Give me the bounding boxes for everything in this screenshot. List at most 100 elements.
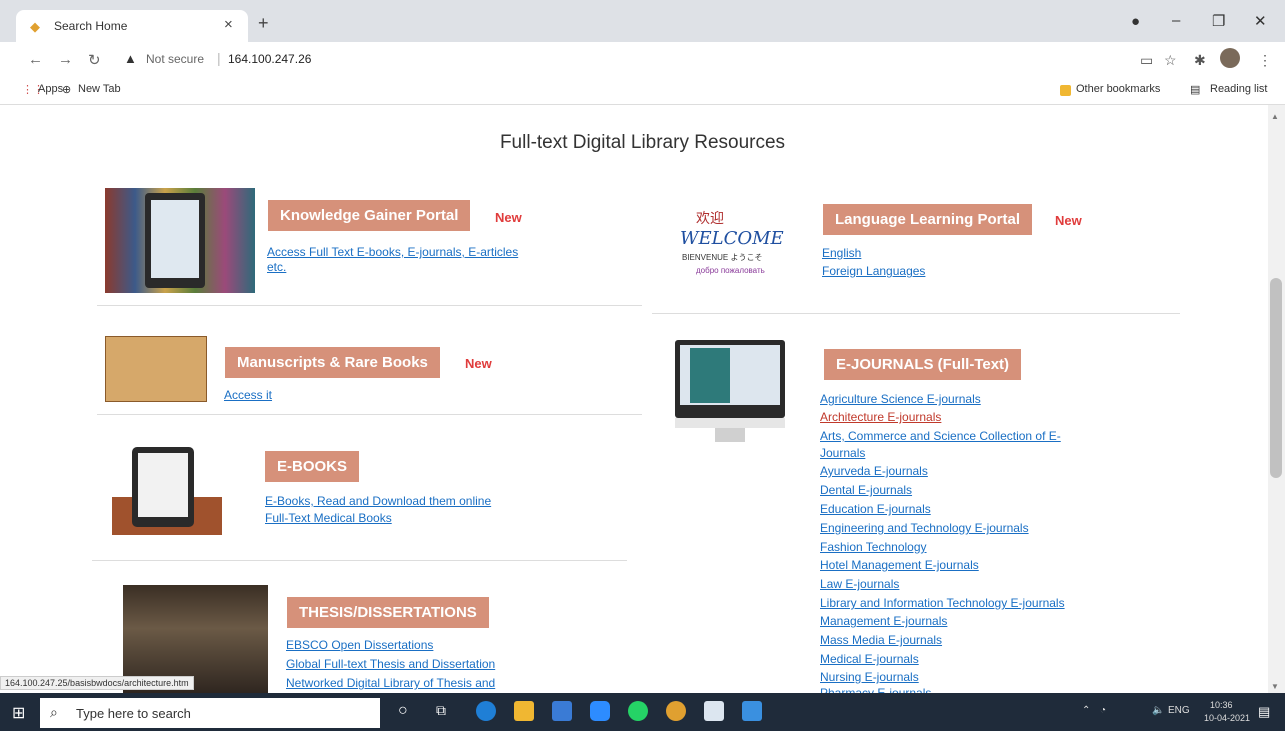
browser-tab[interactable]: ◆ Search Home × [16, 10, 248, 42]
window-close-icon[interactable]: ✕ [1254, 12, 1267, 30]
ebooks-badge[interactable]: E-BOOKS [265, 451, 360, 482]
monitor-image [675, 340, 785, 445]
divider [92, 560, 627, 561]
journal-link[interactable]: Education E-journals [820, 502, 931, 516]
whatsapp-icon[interactable] [628, 701, 648, 721]
forward-icon[interactable]: → [58, 51, 73, 68]
thesis-badge[interactable]: THESIS/DISSERTATIONS [287, 597, 489, 628]
knowledge-gainer-badge[interactable]: Knowledge Gainer Portal [268, 200, 471, 231]
new-tab-button[interactable]: + [258, 13, 269, 34]
status-url: 164.100.247.25/basisbwdocs/architecture.… [0, 676, 194, 690]
books-image [105, 188, 255, 293]
clock-time[interactable]: 10:36 [1210, 700, 1233, 710]
zoom-icon[interactable] [590, 701, 610, 721]
journal-link[interactable]: Mass Media E-journals [820, 633, 942, 647]
cortana-icon[interactable]: ○ [398, 702, 408, 720]
journal-link[interactable]: Fashion Technology [820, 540, 927, 554]
reading-list-icon: ▤ [1190, 84, 1201, 96]
journal-link[interactable]: Pharmacy E-journals [820, 686, 931, 693]
manuscript-image [105, 336, 207, 402]
global-thesis-link[interactable]: Global Full-text Thesis and Dissertation [286, 657, 495, 671]
journal-link[interactable]: Dental E-journals [820, 483, 912, 497]
welcome-image: 欢迎 WELCOME BIENVENUE ようこそ добро пожалова… [680, 210, 784, 275]
other-bookmarks[interactable]: Other bookmarks [1076, 83, 1160, 95]
journal-link[interactable]: Journals [820, 446, 865, 460]
ndltd-link[interactable]: Networked Digital Library of Thesis and [286, 676, 495, 690]
ebooks-read-link[interactable]: E-Books, Read and Download them online [265, 494, 491, 508]
url-text: 164.100.247.26 [228, 52, 312, 66]
menu-icon[interactable]: ⋮ [1258, 52, 1272, 69]
file-explorer-icon[interactable] [514, 701, 534, 721]
ebook-reader-image [112, 447, 227, 537]
extensions-icon[interactable]: ✱ [1194, 52, 1206, 69]
tab-favicon-icon: ◆ [30, 19, 40, 34]
clock-date[interactable]: 10-04-2021 [1204, 713, 1250, 723]
journal-link[interactable]: Arts, Commerce and Science Collection of… [820, 429, 1061, 443]
new-tab-bookmark[interactable]: New Tab [78, 83, 121, 95]
language-learning-badge[interactable]: Language Learning Portal [823, 204, 1033, 235]
divider [652, 313, 1180, 314]
notes-icon[interactable] [704, 701, 724, 721]
divider [97, 414, 642, 415]
manuscripts-badge[interactable]: Manuscripts & Rare Books [225, 347, 440, 378]
scrollbar-thumb[interactable] [1270, 278, 1282, 478]
edge-icon[interactable] [476, 701, 496, 721]
welcome-image-text: WELCOME [680, 228, 784, 249]
restore-icon[interactable]: ❐ [1212, 12, 1225, 30]
english-link[interactable]: English [822, 246, 861, 260]
divider [97, 305, 642, 306]
new-label: New [1055, 213, 1082, 228]
new-label: New [495, 210, 522, 225]
taskbar-search[interactable]: ⌕ Type here to search [40, 698, 380, 728]
bookmark-star-icon[interactable]: ☆ [1164, 52, 1177, 69]
journal-link[interactable]: Medical E-journals [820, 652, 919, 666]
journal-link[interactable]: Engineering and Technology E-journals [820, 521, 1029, 535]
page-title: Full-text Digital Library Resources [499, 132, 786, 153]
globe-icon: ⊕ [62, 84, 72, 96]
folder-icon [1060, 85, 1071, 96]
journal-link[interactable]: Ayurveda E-journals [820, 464, 928, 478]
scroll-down-icon[interactable]: ▼ [1271, 682, 1279, 691]
new-label: New [465, 356, 492, 371]
journal-link[interactable]: Library and Information Technology E-jou… [820, 596, 1065, 610]
language-indicator[interactable]: ENG [1168, 705, 1190, 716]
manuscripts-access-link[interactable]: Access it [224, 388, 272, 402]
chrome-icon[interactable] [666, 701, 686, 721]
reading-list[interactable]: Reading list [1210, 83, 1267, 95]
journal-link[interactable]: Nursing E-journals [820, 670, 919, 684]
windows-start-icon[interactable]: ⊞ [12, 703, 25, 723]
photos-icon[interactable] [742, 701, 762, 721]
knowledge-gainer-link-etc[interactable]: etc. [267, 260, 286, 274]
journal-link[interactable]: Management E-journals [820, 614, 947, 628]
store-icon[interactable] [552, 701, 572, 721]
knowledge-gainer-link[interactable]: Access Full Text E-books, E-journals, E-… [267, 245, 518, 259]
not-secure-label: Not secure [146, 52, 205, 66]
profile-indicator-icon[interactable]: ● [1131, 13, 1140, 30]
reload-icon[interactable]: ↻ [88, 51, 101, 69]
network-icon[interactable]: ◔ [1100, 705, 1106, 716]
foreign-languages-link[interactable]: Foreign Languages [822, 264, 925, 278]
ejournals-badge[interactable]: E-JOURNALS (Full-Text) [824, 349, 1022, 380]
warning-icon: ▲ [124, 51, 137, 66]
tab-title: Search Home [54, 19, 128, 33]
scroll-up-icon[interactable]: ▲ [1271, 112, 1279, 121]
search-placeholder: Type here to search [76, 706, 191, 721]
apps-bookmark[interactable]: Apps [38, 83, 63, 95]
notifications-icon[interactable]: ▤ [1258, 704, 1270, 720]
minimize-icon[interactable]: – [1172, 12, 1180, 29]
ebsco-dissertations-link[interactable]: EBSCO Open Dissertations [286, 638, 433, 652]
profile-avatar-icon[interactable] [1220, 48, 1240, 68]
medical-books-link[interactable]: Full-Text Medical Books [265, 511, 392, 525]
volume-icon[interactable]: 🔈 [1152, 705, 1164, 716]
journal-link[interactable]: Agriculture Science E-journals [820, 392, 981, 406]
journal-link[interactable]: Law E-journals [820, 577, 899, 591]
task-view-icon[interactable]: ⧉ [436, 702, 446, 719]
tab-close-icon[interactable]: × [224, 16, 233, 33]
back-icon[interactable]: ← [28, 51, 43, 68]
journal-link[interactable]: Architecture E-journals [820, 410, 941, 424]
tray-up-icon[interactable]: ⌃ [1082, 705, 1090, 716]
cast-icon[interactable]: ▭ [1140, 52, 1153, 69]
search-icon: ⌕ [50, 704, 58, 720]
url-bar[interactable]: ▲ Not secure | 164.100.247.26 [118, 47, 1118, 73]
journal-link[interactable]: Hotel Management E-journals [820, 558, 979, 572]
